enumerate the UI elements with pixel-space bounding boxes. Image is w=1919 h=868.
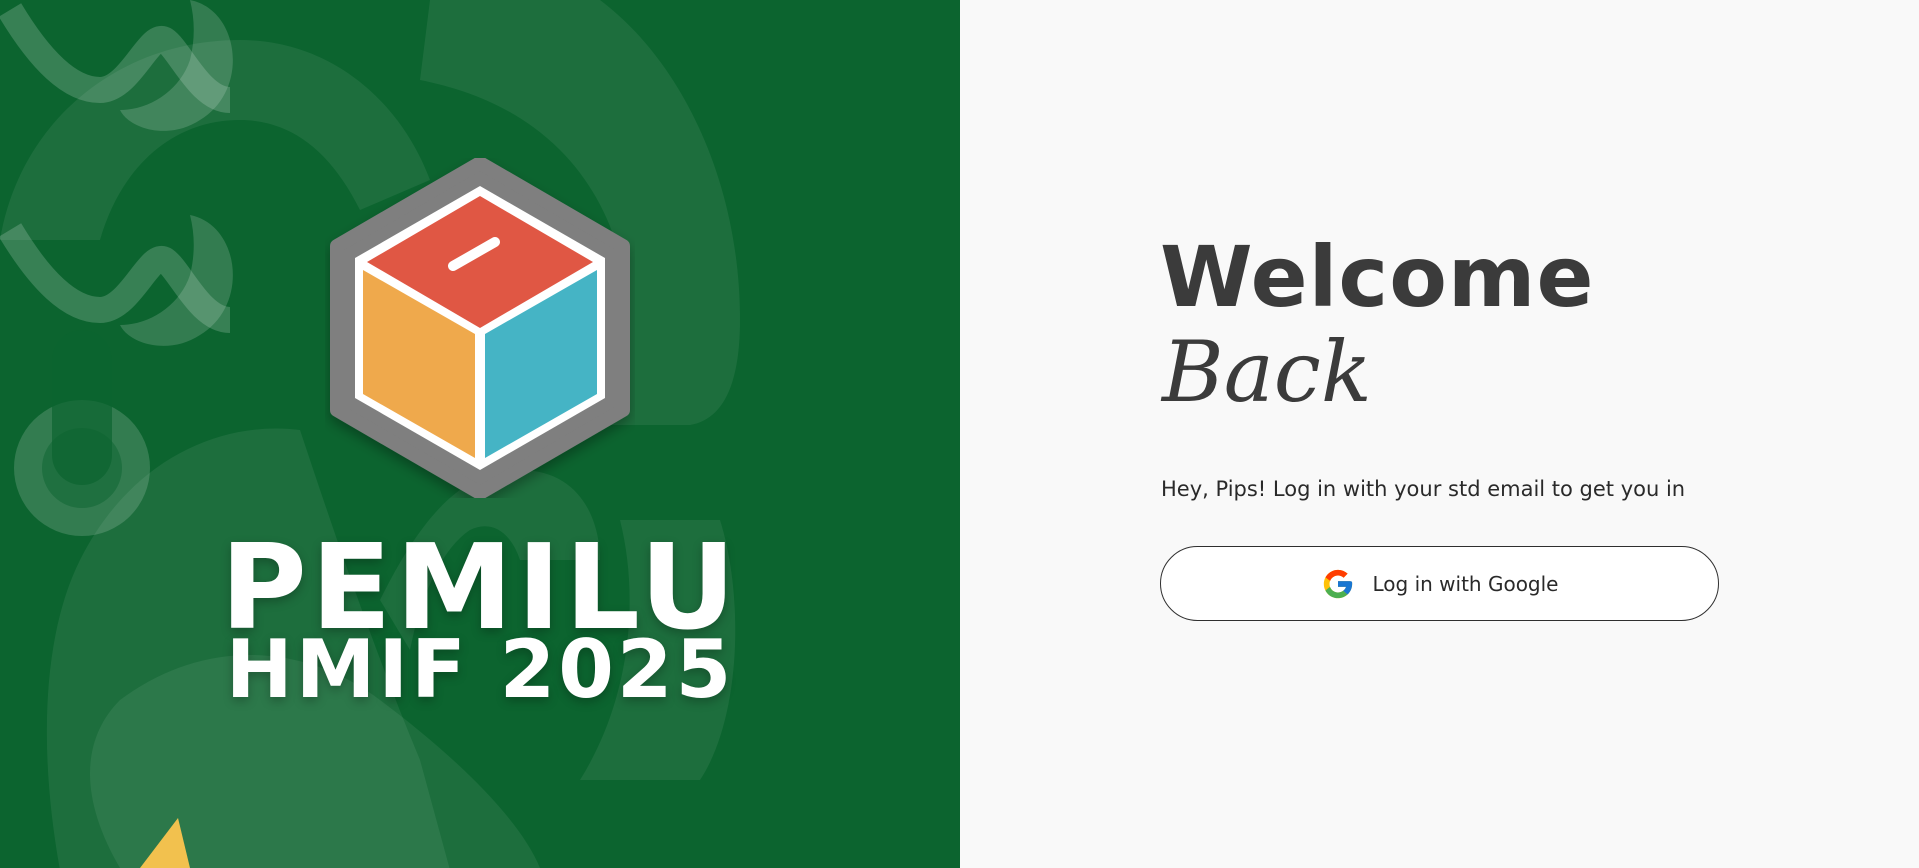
- welcome-heading: Welcome: [1160, 228, 1595, 326]
- google-login-label: Log in with Google: [1372, 571, 1559, 596]
- google-login-button[interactable]: Log in with Google: [1160, 546, 1719, 621]
- login-subtitle: Hey, Pips! Log in with your std email to…: [1161, 477, 1686, 501]
- login-panel: [960, 0, 1919, 868]
- hero-panel: PEMILU HMIF 2025: [0, 0, 960, 868]
- back-heading: Back: [1162, 323, 1372, 421]
- login-page: PEMILU HMIF 2025 Welcome Back Hey, Pips!…: [0, 0, 1919, 868]
- star-decoration: [140, 818, 190, 868]
- google-icon: [1323, 569, 1352, 598]
- ballot-box-logo: [325, 156, 635, 500]
- hero-subtitle: HMIF 2025: [225, 623, 735, 716]
